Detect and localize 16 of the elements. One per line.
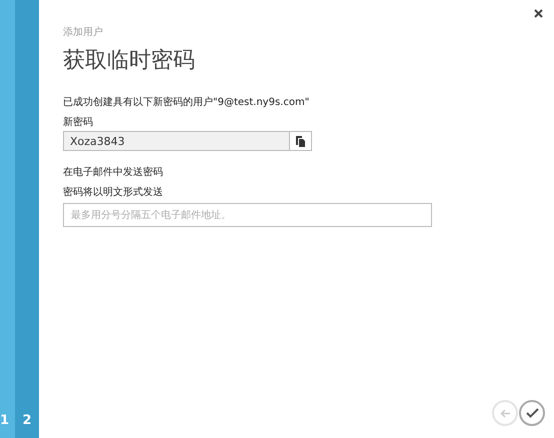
copy-button[interactable] — [290, 131, 312, 151]
step-tab[interactable]: 2 — [15, 0, 39, 438]
note-text: 密码将以明文形式发送 — [63, 186, 164, 200]
copy-icon — [296, 136, 305, 146]
success-message: 已成功创建具有以下新密码的用户"9@test.ny9s.com" — [63, 96, 310, 110]
password-field[interactable]: Xoza3843 — [63, 131, 290, 151]
section-label: 在电子邮件中发送密码 — [63, 166, 164, 180]
finish-button[interactable] — [519, 400, 545, 426]
breadcrumb-text: 添加用户 — [63, 26, 104, 40]
page-title: 获取临时密码 — [63, 47, 196, 75]
field-label: 新密码 — [63, 116, 94, 130]
step-tab[interactable]: 1 — [0, 0, 15, 438]
checkmark-icon — [526, 408, 538, 418]
close-icon[interactable] — [534, 9, 543, 18]
email-input-field[interactable]: 最多用分号分隔五个电子邮件地址。 — [63, 203, 432, 227]
back-arrow-icon — [500, 408, 510, 418]
